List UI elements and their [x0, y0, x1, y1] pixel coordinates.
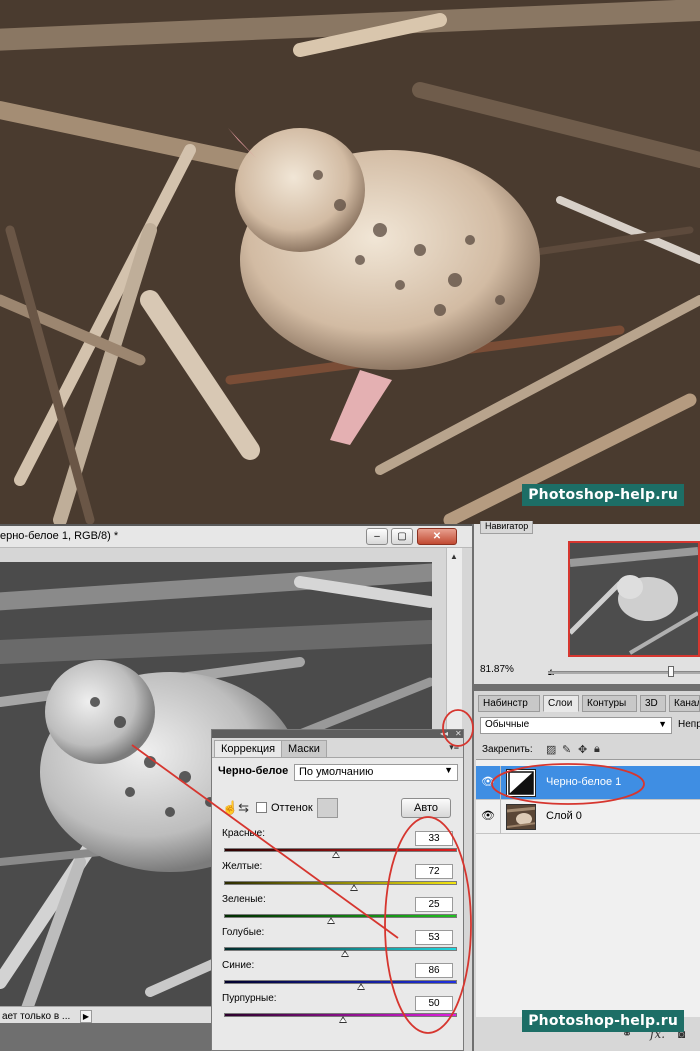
bw-adjustment-icon	[507, 770, 535, 796]
slider-thumb[interactable]	[327, 917, 336, 924]
slider-thumb[interactable]	[357, 983, 366, 990]
close-panel-icon[interactable]: ✕	[455, 729, 462, 738]
layer-row-base[interactable]: 👁︎ Слой 0	[476, 800, 700, 834]
slider-value-input[interactable]: 72	[415, 864, 453, 879]
blend-mode-value: Обычные	[485, 719, 530, 730]
original-photo	[0, 0, 700, 524]
zoom-slider-handle[interactable]	[668, 666, 674, 677]
layer-row-bw-adjustment[interactable]: 👁︎ Черно-белое 1	[476, 766, 700, 800]
status-text: ает только в ...	[2, 1011, 71, 1022]
tab-navigator[interactable]: Навигатор	[480, 521, 534, 534]
slider-value-input[interactable]: 50	[415, 996, 453, 1011]
blend-mode-select[interactable]: Обычные ▼	[480, 717, 672, 734]
lock-all-icon[interactable]: 🔒︎	[594, 743, 600, 756]
chevron-down-icon: ▼	[444, 765, 453, 775]
eye-icon[interactable]: 👁︎	[480, 809, 496, 825]
slider-label: Желтые:	[222, 861, 263, 872]
tab-layers[interactable]: Слои	[543, 695, 579, 712]
slider-track[interactable]	[224, 980, 457, 984]
navigator-zoom-value[interactable]: 81.87%	[480, 664, 514, 675]
layer-divider	[500, 766, 501, 800]
restore-button[interactable]: ▢	[391, 528, 413, 545]
slider-track[interactable]	[224, 848, 457, 852]
adjustments-body: Черно-белое По умолчанию ▼ ☝⇆ Оттенок Ав…	[212, 757, 463, 1050]
navigator-thumbnail[interactable]	[568, 541, 700, 657]
slider-track[interactable]	[224, 914, 457, 918]
collapse-panel-icon[interactable]: ◂◂	[440, 729, 448, 738]
navigator-panel: Навигатор 81.87% ◭	[474, 521, 700, 684]
navigator-preview-image	[570, 543, 698, 655]
slider-value-input[interactable]: 53	[415, 930, 453, 945]
panel-menu-icon[interactable]: ▾≡	[449, 742, 459, 753]
slider-row: Голубые: 53	[212, 927, 463, 960]
adjustments-panel: ◂◂ ✕ Коррекция Маски ▾≡ Черно-белое По у…	[211, 729, 464, 1051]
layer-name[interactable]: Слой 0	[546, 810, 582, 822]
layer-divider	[500, 800, 501, 834]
adjustment-type-label: Черно-белое	[218, 765, 289, 777]
navigator-zoom-slider[interactable]	[548, 666, 700, 677]
watermark-top: Photoshop-help.ru	[522, 484, 684, 506]
layer-thumbnail-image	[507, 805, 535, 829]
watermark-bottom: Photoshop-help.ru	[522, 1010, 684, 1032]
adjustment-layer-thumbnail	[506, 769, 536, 797]
image-layer-thumbnail	[506, 804, 536, 830]
lock-label: Закрепить:	[482, 744, 533, 755]
slider-label: Красные:	[222, 828, 265, 839]
status-menu-arrow-icon[interactable]: ▶	[80, 1010, 92, 1023]
slider-value-input[interactable]: 86	[415, 963, 453, 978]
close-button[interactable]: ✕	[417, 528, 457, 545]
photo-illustration	[0, 0, 700, 524]
tab-3d[interactable]: 3D	[640, 695, 666, 712]
layers-panel: Набинстр Слои Контуры 3D Канал Обычные ▼…	[474, 691, 700, 1051]
slider-value-input[interactable]: 33	[415, 831, 453, 846]
tab-masks[interactable]: Маски	[281, 740, 327, 757]
slider-row: Пурпурные: 50	[212, 993, 463, 1026]
slider-row: Желтые: 72	[212, 861, 463, 894]
slider-label: Зеленые:	[222, 894, 266, 905]
document-title: ерно-белое 1, RGB/8) *	[0, 530, 119, 542]
tab-channels[interactable]: Канал	[669, 695, 700, 712]
layer-name[interactable]: Черно-белое 1	[546, 776, 621, 788]
layer-list: 👁︎ Черно-белое 1 👁︎ Слой 0	[476, 759, 700, 1017]
chevron-down-icon: ▼	[658, 719, 667, 729]
tint-checkbox[interactable]	[256, 802, 267, 813]
slider-thumb[interactable]	[350, 884, 359, 891]
tint-color-swatch[interactable]	[317, 798, 338, 818]
layers-panel-tabs: Набинстр Слои Контуры 3D Канал	[474, 695, 700, 712]
slider-thumb[interactable]	[338, 1016, 347, 1023]
slider-thumb[interactable]	[331, 851, 340, 858]
tab-paths[interactable]: Контуры	[582, 695, 637, 712]
lock-transparency-icon[interactable]: ▨	[546, 743, 556, 756]
workspace-background	[0, 1023, 212, 1051]
targeted-adjustment-hand-icon[interactable]: ☝⇆	[222, 800, 249, 816]
tab-adjustments[interactable]: Коррекция	[214, 740, 283, 757]
slider-thumb[interactable]	[341, 950, 350, 957]
slider-row: Синие: 86	[212, 960, 463, 993]
preset-select[interactable]: По умолчанию ▼	[294, 764, 458, 781]
lock-pixels-icon[interactable]: ✎	[562, 743, 571, 756]
adjustments-panel-grip[interactable]: ◂◂ ✕	[212, 729, 463, 738]
tint-label: Оттенок	[271, 802, 313, 814]
lock-position-icon[interactable]: ✥	[578, 743, 587, 756]
slider-label: Пурпурные:	[222, 993, 277, 1004]
screenshot-root: Photoshop-help.ru ерно-белое 1, RGB/8) *…	[0, 0, 700, 1051]
slider-row: Зеленые: 25	[212, 894, 463, 927]
eye-icon[interactable]: 👁︎	[480, 775, 496, 791]
right-panel-column: Навигатор 81.87% ◭ Набинстр Слои	[472, 521, 700, 1051]
document-titlebar[interactable]: ерно-белое 1, RGB/8) * – ▢ ✕	[0, 526, 472, 548]
opacity-label: Непр	[678, 719, 700, 730]
slider-value-input[interactable]: 25	[415, 897, 453, 912]
preset-value: По умолчанию	[299, 766, 374, 778]
tab-tool-presets[interactable]: Набинстр	[478, 695, 540, 712]
scroll-up-icon[interactable]: ▲	[450, 552, 458, 561]
slider-row: Красные: 33	[212, 828, 463, 861]
slider-label: Голубые:	[222, 927, 265, 938]
minimize-button[interactable]: –	[366, 528, 388, 545]
slider-track[interactable]	[224, 881, 457, 885]
auto-button[interactable]: Авто	[401, 798, 451, 818]
slider-label: Синие:	[222, 960, 255, 971]
